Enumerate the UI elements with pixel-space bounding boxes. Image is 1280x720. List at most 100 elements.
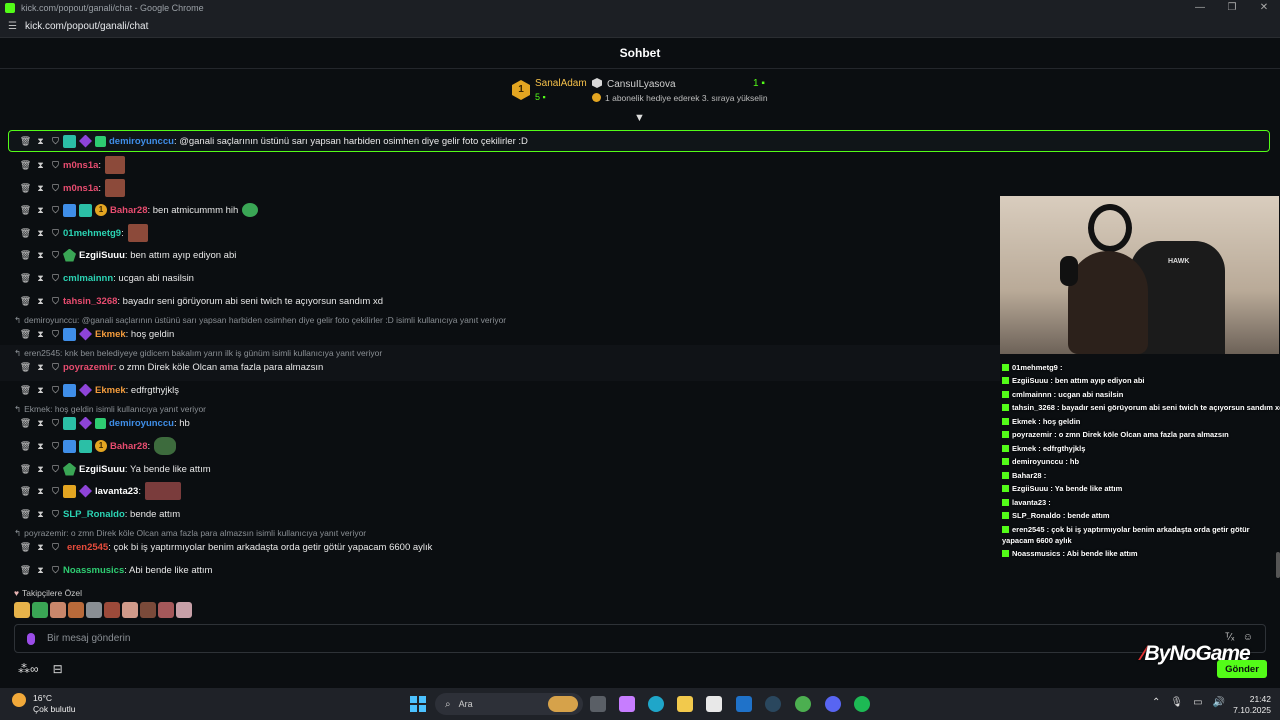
chat-input-box[interactable]: ᵀ⁄ₓ ☺ bbox=[14, 624, 1266, 653]
message-username[interactable]: EzgiiSuuu bbox=[79, 464, 125, 475]
timeout-icon[interactable]: ⧗ bbox=[33, 136, 48, 147]
delete-icon[interactable]: 🗑 bbox=[18, 362, 33, 373]
copilot-icon[interactable] bbox=[619, 696, 635, 712]
emote-button[interactable] bbox=[32, 602, 48, 618]
ban-icon[interactable]: ⛉ bbox=[48, 183, 63, 194]
message-username[interactable]: lavanta23 bbox=[95, 486, 138, 497]
ban-icon[interactable]: ⛉ bbox=[48, 228, 63, 239]
emote-button[interactable] bbox=[14, 602, 30, 618]
emote-button[interactable] bbox=[122, 602, 138, 618]
ban-icon[interactable]: ⛉ bbox=[48, 486, 63, 497]
ban-icon[interactable]: ⛉ bbox=[48, 160, 63, 171]
timeout-icon[interactable]: ⧗ bbox=[33, 160, 48, 171]
timeout-icon[interactable]: ⧗ bbox=[33, 509, 48, 520]
chat-message[interactable]: 🗑 ⧗ ⛉ 1 Bahar28: ben atmicummm hih bbox=[18, 200, 259, 220]
send-button[interactable]: Gönder bbox=[1217, 660, 1267, 678]
delete-icon[interactable]: 🗑 bbox=[18, 329, 33, 340]
mic-icon[interactable] bbox=[27, 632, 35, 645]
delete-icon[interactable]: 🗑 bbox=[18, 542, 33, 553]
delete-icon[interactable]: 🗑 bbox=[18, 205, 33, 216]
message-username[interactable]: EzgiiSuuu bbox=[79, 250, 125, 261]
message-username[interactable]: eren2545 bbox=[67, 542, 108, 553]
ban-icon[interactable]: ⛉ bbox=[48, 250, 63, 261]
message-username[interactable]: demiroyunccu bbox=[109, 136, 174, 147]
delete-icon[interactable]: 🗑 bbox=[18, 250, 33, 261]
ban-icon[interactable]: ⛉ bbox=[48, 385, 63, 396]
weather-widget[interactable]: 16°C Çok bulutlu bbox=[12, 693, 76, 714]
message-username[interactable]: tahsin_3268 bbox=[63, 296, 117, 307]
ban-icon[interactable]: ⛉ bbox=[48, 542, 63, 553]
chat-message[interactable]: 🗑 ⧗ ⛉ 01mehmetg9: bbox=[18, 223, 148, 243]
chat-message[interactable]: 🗑 ⧗ ⛉ EzgiiSuuu: ben attım ayıp ediyon abi bbox=[18, 245, 236, 265]
message-username[interactable]: demiroyunccu bbox=[109, 418, 174, 429]
close-icon[interactable]: ✕ bbox=[1248, 0, 1280, 16]
chat-message-input[interactable] bbox=[47, 633, 1147, 644]
chat-message[interactable]: 🗑 ⧗ ⛉ eren2545: çok bi iş yaptırmıyolar be… bbox=[18, 537, 433, 557]
windows-start-icon[interactable] bbox=[410, 696, 426, 712]
top-gifter-name[interactable]: SanalAdam bbox=[535, 78, 587, 89]
chat-message[interactable]: 🗑 ⧗ ⛉ m0ns1a: bbox=[18, 155, 126, 175]
outlook-icon[interactable] bbox=[736, 696, 752, 712]
message-username[interactable]: m0ns1a bbox=[63, 160, 98, 171]
search-highlight-icon[interactable] bbox=[548, 696, 578, 712]
chat-message[interactable]: 🗑 ⧗ ⛉ lavanta23: bbox=[18, 481, 181, 501]
ban-icon[interactable]: ⛉ bbox=[48, 464, 63, 475]
store-app-icon[interactable] bbox=[706, 696, 722, 712]
chat-message[interactable]: 🗑 ⧗ ⛉ tahsin_3268: bayadır seni görüyorum … bbox=[18, 291, 383, 311]
ban-icon[interactable]: ⛉ bbox=[48, 136, 63, 147]
delete-icon[interactable]: 🗑 bbox=[18, 418, 33, 429]
ban-icon[interactable]: ⛉ bbox=[48, 441, 63, 452]
emote-button[interactable] bbox=[176, 602, 192, 618]
timeout-icon[interactable]: ⧗ bbox=[33, 542, 48, 553]
network-icon[interactable]: ▭ bbox=[1193, 697, 1202, 708]
delete-icon[interactable]: 🗑 bbox=[18, 565, 33, 576]
chat-message[interactable]: 🗑 ⧗ ⛉ Ekmek: hoş geldin bbox=[18, 324, 174, 344]
timeout-icon[interactable]: ⧗ bbox=[33, 464, 48, 475]
collapse-leaderboard-icon[interactable]: ▼ bbox=[634, 112, 645, 124]
ban-icon[interactable]: ⛉ bbox=[48, 509, 63, 520]
message-username[interactable]: Ekmek bbox=[95, 329, 126, 340]
message-username[interactable]: Ekmek bbox=[95, 385, 126, 396]
message-username[interactable]: Bahar28 bbox=[110, 205, 148, 216]
steam-icon[interactable] bbox=[765, 696, 781, 712]
chat-message[interactable]: 🗑 ⧗ ⛉ 1 Bahar28: bbox=[18, 436, 177, 456]
delete-icon[interactable]: 🗑 bbox=[18, 183, 33, 194]
delete-icon[interactable]: 🗑 bbox=[18, 228, 33, 239]
delete-icon[interactable]: 🗑 bbox=[18, 464, 33, 475]
scrollbar-thumb[interactable] bbox=[1276, 552, 1280, 578]
chat-message[interactable]: 🗑 ⧗ ⛉ Noassmusics: Abi bende like attım bbox=[18, 560, 213, 580]
delete-icon[interactable]: 🗑 bbox=[18, 296, 33, 307]
chat-message[interactable]: 🗑 ⧗ ⛉ cmlmainnn: ucgan abi nasilsin bbox=[18, 268, 194, 288]
message-username[interactable]: 01mehmetg9 bbox=[63, 228, 121, 239]
points-icon[interactable]: ⁂∞ bbox=[18, 662, 39, 676]
timeout-icon[interactable]: ⧗ bbox=[33, 486, 48, 497]
timeout-icon[interactable]: ⧗ bbox=[33, 296, 48, 307]
timeout-icon[interactable]: ⧗ bbox=[33, 205, 48, 216]
timeout-icon[interactable]: ⧗ bbox=[33, 565, 48, 576]
timeout-icon[interactable]: ⧗ bbox=[33, 228, 48, 239]
ban-icon[interactable]: ⛉ bbox=[48, 205, 63, 216]
site-info-icon[interactable]: ☰ bbox=[8, 21, 17, 32]
timeout-icon[interactable]: ⧗ bbox=[33, 441, 48, 452]
emote-button[interactable] bbox=[68, 602, 84, 618]
volume-icon[interactable]: 🔊 bbox=[1213, 697, 1225, 708]
ban-icon[interactable]: ⛉ bbox=[48, 362, 63, 373]
message-username[interactable]: SLP_Ronaldo bbox=[63, 509, 125, 520]
store-icon[interactable]: ⊟ bbox=[53, 662, 63, 676]
delete-icon[interactable]: 🗑 bbox=[18, 273, 33, 284]
timeout-icon[interactable]: ⧗ bbox=[33, 273, 48, 284]
chat-message[interactable]: 🗑 ⧗ ⛉ Ekmek: edfrgthyjklş bbox=[18, 380, 179, 400]
discord-icon[interactable] bbox=[825, 696, 841, 712]
gift-leaderboard[interactable]: 1 SanalAdam 5 ▪ CansuILyasova 1 ▪ 1 abon… bbox=[512, 76, 782, 108]
delete-icon[interactable]: 🗑 bbox=[18, 441, 33, 452]
chat-message[interactable]: 🗑 ⧗ ⛉ SLP_Ronaldo: bende attım bbox=[18, 504, 180, 524]
message-username[interactable]: Bahar28 bbox=[110, 441, 148, 452]
message-username[interactable]: m0ns1a bbox=[63, 183, 98, 194]
emote-button[interactable] bbox=[104, 602, 120, 618]
ban-icon[interactable]: ⛉ bbox=[48, 418, 63, 429]
emote-button[interactable] bbox=[140, 602, 156, 618]
delete-icon[interactable]: 🗑 bbox=[18, 160, 33, 171]
message-username[interactable]: cmlmainnn bbox=[63, 273, 113, 284]
chat-message[interactable]: 🗑 ⧗ ⛉ m0ns1a: bbox=[18, 178, 126, 198]
timeout-icon[interactable]: ⧗ bbox=[33, 329, 48, 340]
